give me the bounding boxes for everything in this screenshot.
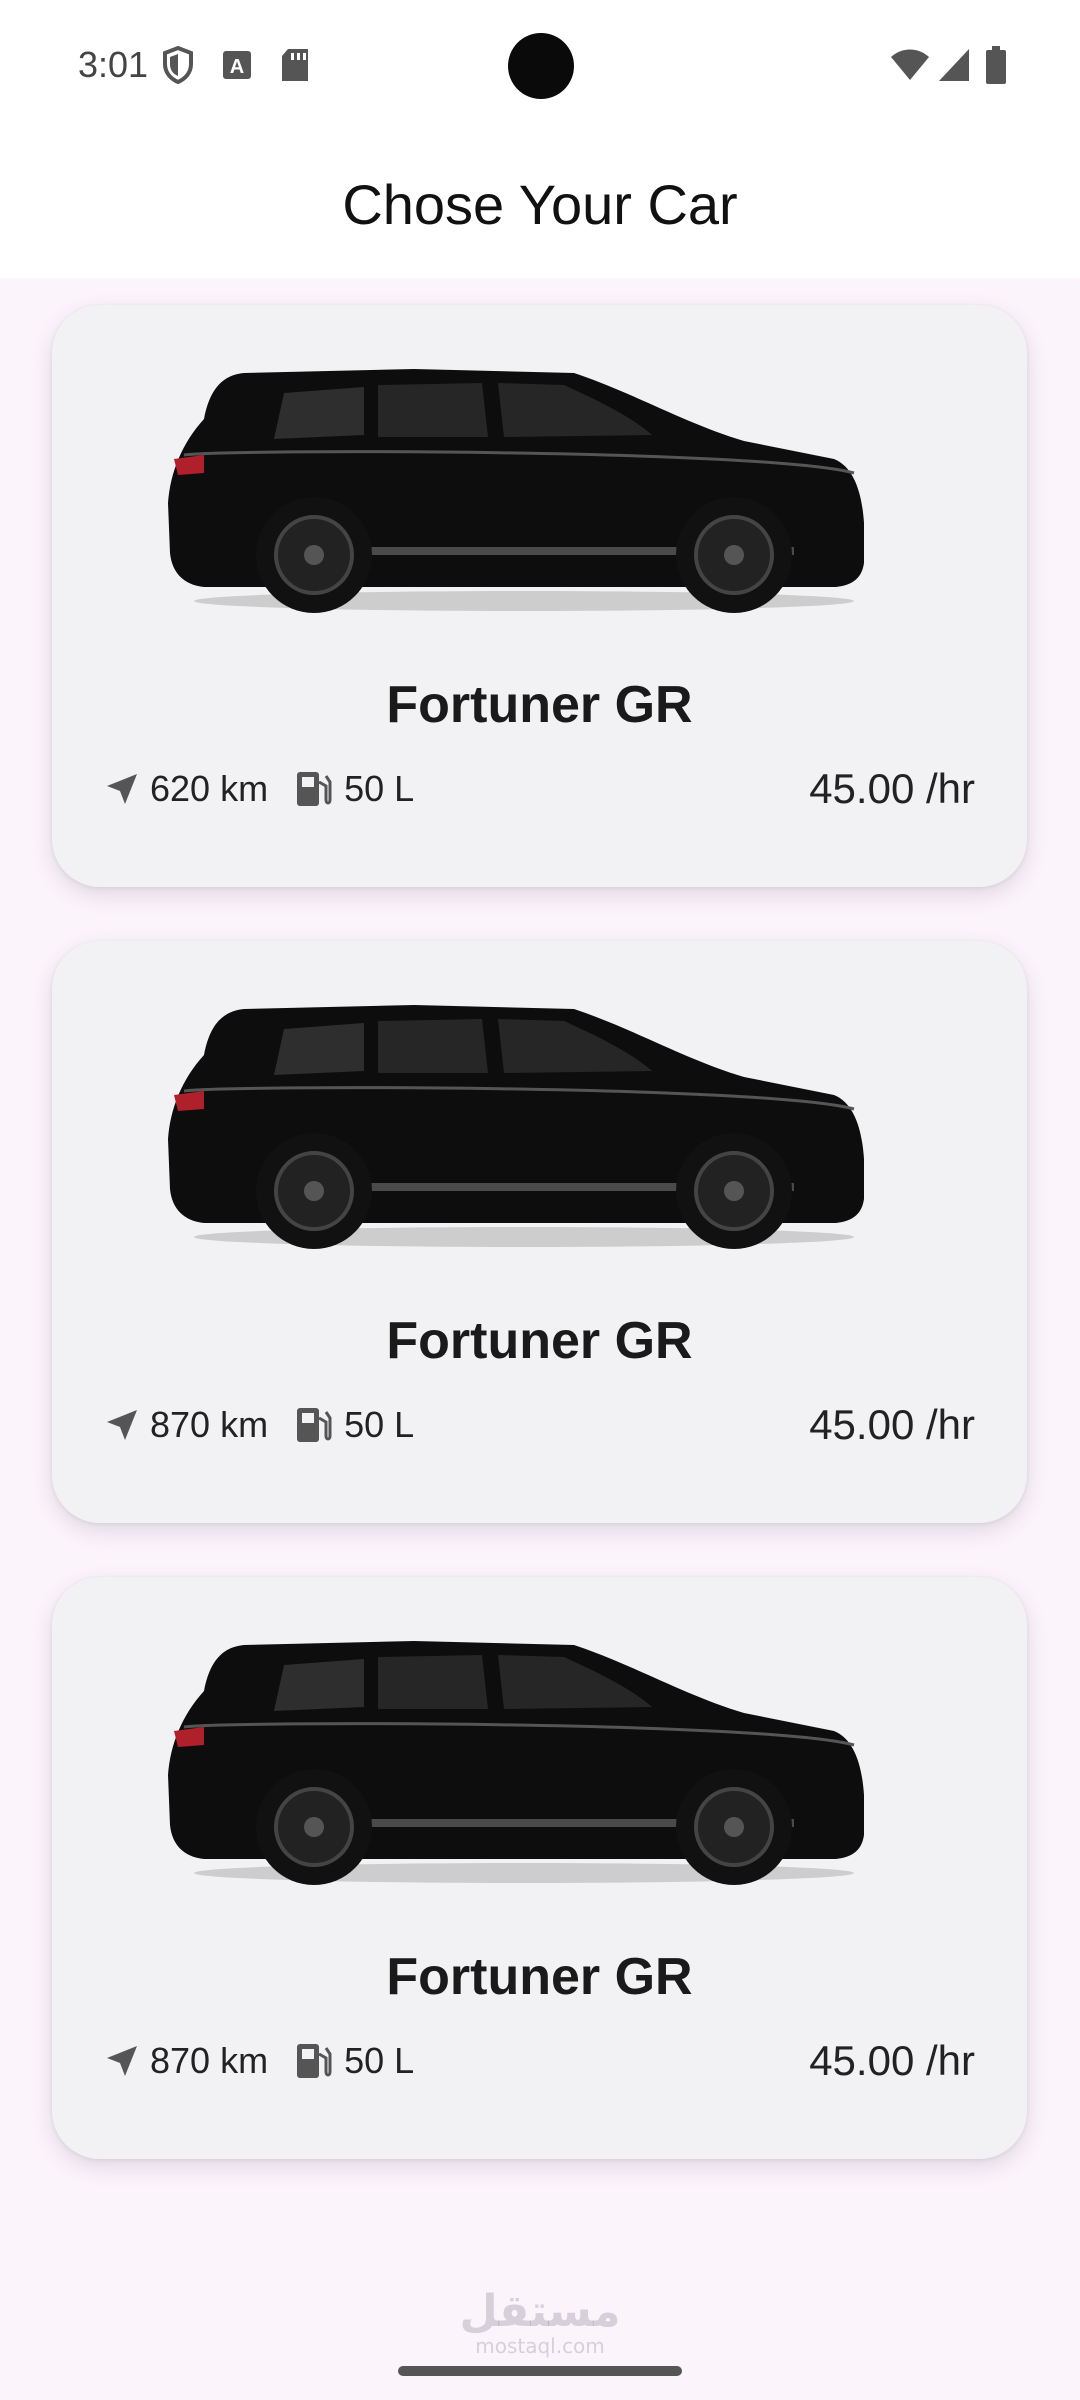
page-title: Chose Your Car bbox=[342, 173, 738, 236]
fuel-value: 50 L bbox=[344, 1404, 415, 1445]
watermark-logo: مستقل mostaql.com bbox=[0, 2290, 1080, 2358]
car-name: Fortuner GR bbox=[386, 1312, 693, 1370]
fuel-spec: 50 L bbox=[294, 768, 414, 810]
wifi-icon bbox=[890, 48, 930, 87]
navigation-arrow-icon bbox=[107, 2046, 137, 2076]
car-card[interactable]: Fortuner GR 870 km 50 L 45.00 /hr bbox=[52, 1577, 1027, 2159]
cellular-signal-icon bbox=[938, 48, 970, 87]
car-specs: 870 km 50 L 45.00 /hr bbox=[104, 1399, 975, 1451]
car-card[interactable]: Fortuner GR 870 km 50 L 45.00 /hr bbox=[52, 941, 1027, 1523]
distance-spec: 870 km bbox=[104, 1404, 268, 1446]
car-name: Fortuner GR bbox=[386, 1948, 693, 2006]
fuel-value: 50 L bbox=[344, 2040, 415, 2081]
watermark-arabic: مستقل bbox=[459, 2286, 621, 2337]
car-name: Fortuner GR bbox=[386, 676, 693, 734]
fuel-pump-icon bbox=[297, 2044, 332, 2078]
suv-car-image bbox=[168, 1005, 864, 1249]
app-bar: Chose Your Car bbox=[0, 130, 1080, 278]
price-per-hour: 45.00 /hr bbox=[809, 2037, 975, 2084]
navigation-arrow-icon bbox=[107, 774, 137, 804]
car-card[interactable]: Fortuner GR 620 km 50 L 45.00 /hr bbox=[52, 305, 1027, 887]
status-time: 3:01 bbox=[78, 44, 149, 85]
fuel-pump-icon bbox=[297, 1408, 332, 1442]
distance-value: 870 km bbox=[150, 1404, 269, 1445]
distance-value: 870 km bbox=[150, 2040, 269, 2081]
fuel-spec: 50 L bbox=[294, 1404, 414, 1446]
status-bar: 3:01 A bbox=[0, 0, 1080, 130]
fuel-value: 50 L bbox=[344, 768, 415, 809]
shield-icon bbox=[162, 45, 194, 89]
car-specs: 620 km 50 L 45.00 /hr bbox=[104, 763, 975, 815]
suv-car-image bbox=[168, 1641, 864, 1885]
distance-spec: 620 km bbox=[104, 768, 268, 810]
watermark-latin: mostaql.com bbox=[475, 2334, 605, 2358]
price-per-hour: 45.00 /hr bbox=[809, 1401, 975, 1448]
suv-car-image bbox=[168, 369, 864, 613]
sd-card-icon bbox=[280, 48, 310, 87]
svg-text:A: A bbox=[230, 56, 244, 78]
distance-value: 620 km bbox=[150, 768, 269, 809]
fuel-pump-icon bbox=[297, 772, 332, 806]
keyboard-a-icon: A bbox=[222, 50, 252, 85]
fuel-spec: 50 L bbox=[294, 2040, 414, 2082]
car-specs: 870 km 50 L 45.00 /hr bbox=[104, 2035, 975, 2087]
battery-icon bbox=[986, 46, 1006, 89]
price-per-hour: 45.00 /hr bbox=[809, 765, 975, 812]
home-indicator[interactable] bbox=[398, 2366, 682, 2376]
distance-spec: 870 km bbox=[104, 2040, 268, 2082]
navigation-arrow-icon bbox=[107, 1410, 137, 1440]
front-camera bbox=[508, 33, 574, 99]
